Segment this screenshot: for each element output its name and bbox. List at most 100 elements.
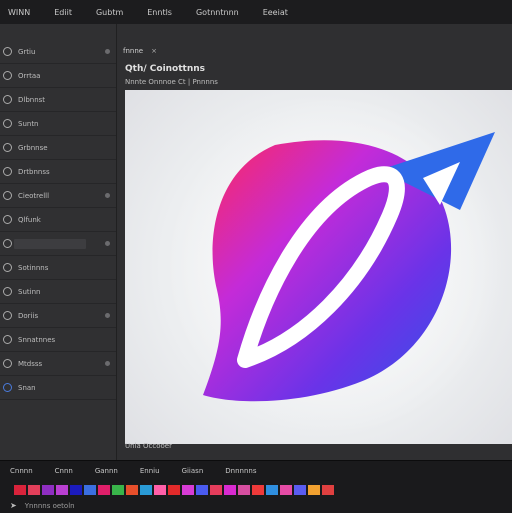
visibility-dot-icon[interactable] bbox=[105, 241, 110, 246]
bottom-status: ➤ Ynnnns oetoln bbox=[10, 501, 75, 510]
sidebar-item-label: Grtiu bbox=[18, 47, 36, 56]
sidebar-item-label: Qlfunk bbox=[18, 215, 41, 224]
artboard-canvas[interactable] bbox=[125, 90, 512, 444]
sidebar-item-label: Dlbnnst bbox=[18, 95, 46, 104]
document-tab-label: fnnne bbox=[123, 47, 144, 55]
color-swatch[interactable] bbox=[224, 485, 236, 495]
color-swatch[interactable] bbox=[280, 485, 292, 495]
menu-item-2[interactable]: Gubtm bbox=[96, 8, 123, 17]
sidebar-item[interactable]: Cieotrelll bbox=[0, 184, 116, 208]
sidebar-item[interactable]: Orrtaa bbox=[0, 64, 116, 88]
sidebar-item[interactable]: Dlbnnst bbox=[0, 88, 116, 112]
visibility-dot-icon[interactable] bbox=[105, 361, 110, 366]
bottom-tabs: Cnnnn Cnnn Gannn Enniu Giiasn Dnnnnns bbox=[10, 467, 256, 475]
sidebar-item[interactable]: Sutinn bbox=[0, 280, 116, 304]
document-title: Qth/ Coinottnns bbox=[125, 64, 206, 74]
sidebar-item[interactable]: Sotinnns bbox=[0, 256, 116, 280]
color-swatch[interactable] bbox=[210, 485, 222, 495]
radio-circle-icon[interactable] bbox=[3, 263, 12, 272]
sidebar-item-label: Doriis bbox=[18, 311, 39, 320]
radio-circle-icon[interactable] bbox=[3, 143, 12, 152]
color-swatch[interactable] bbox=[70, 485, 82, 495]
bottom-status-text: Ynnnns oetoln bbox=[24, 501, 75, 510]
color-swatch[interactable] bbox=[238, 485, 250, 495]
radio-circle-icon[interactable] bbox=[3, 239, 12, 248]
radio-circle-icon[interactable] bbox=[3, 119, 12, 128]
sidebar-item-label: Snnatnnes bbox=[18, 335, 56, 344]
radio-circle-icon[interactable] bbox=[3, 215, 12, 224]
color-swatch[interactable] bbox=[84, 485, 96, 495]
menu-item-3[interactable]: Enntls bbox=[147, 8, 172, 17]
visibility-dot-icon[interactable] bbox=[105, 49, 110, 54]
layer-name-field[interactable] bbox=[14, 239, 86, 249]
menu-bar: WINN Ediit Gubtm Enntls Gotnntnnn Eeeiat bbox=[0, 0, 512, 25]
sidebar-item-label: Suntn bbox=[18, 119, 39, 128]
document-tab[interactable]: fnnne ⨯ bbox=[123, 44, 157, 58]
sidebar-item[interactable]: Grbnnse bbox=[0, 136, 116, 160]
radio-circle-icon[interactable] bbox=[3, 311, 12, 320]
menu-item-4[interactable]: Gotnntnnn bbox=[196, 8, 239, 17]
cursor-arrow-icon[interactable]: ➤ bbox=[10, 501, 17, 510]
color-swatch[interactable] bbox=[56, 485, 68, 495]
sidebar-item-label: Sutinn bbox=[18, 287, 41, 296]
sidebar-item-label: Cieotrelll bbox=[18, 191, 50, 200]
radio-circle-icon[interactable] bbox=[3, 95, 12, 104]
color-swatch[interactable] bbox=[322, 485, 334, 495]
sidebar-item-label: Mtdsss bbox=[18, 359, 43, 368]
radio-circle-icon[interactable] bbox=[3, 71, 12, 80]
sidebar-item[interactable]: Qlfunk bbox=[0, 208, 116, 232]
color-swatch[interactable] bbox=[28, 485, 40, 495]
bottom-tab-1[interactable]: Cnnn bbox=[55, 467, 73, 475]
color-swatch[interactable] bbox=[168, 485, 180, 495]
radio-circle-icon[interactable] bbox=[3, 359, 12, 368]
sidebar-item-label: Orrtaa bbox=[18, 71, 41, 80]
swatches-panel: Cnnnn Cnnn Gannn Enniu Giiasn Dnnnnns ➤ … bbox=[0, 460, 512, 513]
radio-circle-icon[interactable] bbox=[3, 47, 12, 56]
color-swatch[interactable] bbox=[154, 485, 166, 495]
color-swatch[interactable] bbox=[42, 485, 54, 495]
sidebar-item[interactable]: Suntn bbox=[0, 112, 116, 136]
bottom-tab-2[interactable]: Gannn bbox=[95, 467, 118, 475]
color-swatch[interactable] bbox=[308, 485, 320, 495]
color-swatch[interactable] bbox=[266, 485, 278, 495]
radio-circle-icon[interactable] bbox=[3, 167, 12, 176]
color-swatch[interactable] bbox=[252, 485, 264, 495]
bottom-tab-3[interactable]: Enniu bbox=[140, 467, 160, 475]
sidebar-item[interactable]: Doriis bbox=[0, 304, 116, 328]
menu-item-1[interactable]: Ediit bbox=[54, 8, 72, 17]
radio-circle-icon[interactable] bbox=[3, 335, 12, 344]
menu-item-0[interactable]: WINN bbox=[8, 8, 30, 17]
document-area: fnnne ⨯ Qth/ Coinottnns Nnnte Onnnoe Ct … bbox=[117, 24, 512, 460]
sidebar-item[interactable]: Grtiu bbox=[0, 40, 116, 64]
color-swatch[interactable] bbox=[294, 485, 306, 495]
radio-circle-icon[interactable] bbox=[3, 191, 12, 200]
sidebar-item-label: Sotinnns bbox=[18, 263, 49, 272]
close-icon[interactable]: ⨯ bbox=[151, 47, 157, 55]
color-swatch[interactable] bbox=[98, 485, 110, 495]
color-swatch[interactable] bbox=[182, 485, 194, 495]
color-swatch[interactable] bbox=[140, 485, 152, 495]
sidebar-item[interactable]: Drtbnnss bbox=[0, 160, 116, 184]
bottom-tab-0[interactable]: Cnnnn bbox=[10, 467, 33, 475]
layers-panel: Grtiu Orrtaa Dlbnnst Suntn Grbnnse Drtbn… bbox=[0, 24, 117, 460]
menu-item-5[interactable]: Eeeiat bbox=[263, 8, 288, 17]
bottom-tab-5[interactable]: Dnnnnns bbox=[225, 467, 256, 475]
radio-circle-icon[interactable] bbox=[3, 383, 12, 392]
bottom-tab-4[interactable]: Giiasn bbox=[182, 467, 204, 475]
sidebar-item[interactable] bbox=[0, 232, 116, 256]
color-swatch[interactable] bbox=[196, 485, 208, 495]
sidebar-item[interactable]: Snan bbox=[0, 376, 116, 400]
planet-leaf-logo[interactable] bbox=[125, 90, 512, 444]
visibility-dot-icon[interactable] bbox=[105, 193, 110, 198]
sidebar-item-label: Drtbnnss bbox=[18, 167, 50, 176]
color-swatch[interactable] bbox=[112, 485, 124, 495]
color-swatch[interactable] bbox=[126, 485, 138, 495]
visibility-dot-icon[interactable] bbox=[105, 313, 110, 318]
radio-circle-icon[interactable] bbox=[3, 287, 12, 296]
sidebar-item-label: Snan bbox=[18, 383, 36, 392]
sidebar-item[interactable]: Mtdsss bbox=[0, 352, 116, 376]
canvas-status: Unla Occooer bbox=[125, 442, 172, 450]
sidebar-item[interactable]: Snnatnnes bbox=[0, 328, 116, 352]
color-swatch[interactable] bbox=[14, 485, 26, 495]
document-subtitle: Nnnte Onnnoe Ct | Pnnnns bbox=[125, 78, 218, 86]
